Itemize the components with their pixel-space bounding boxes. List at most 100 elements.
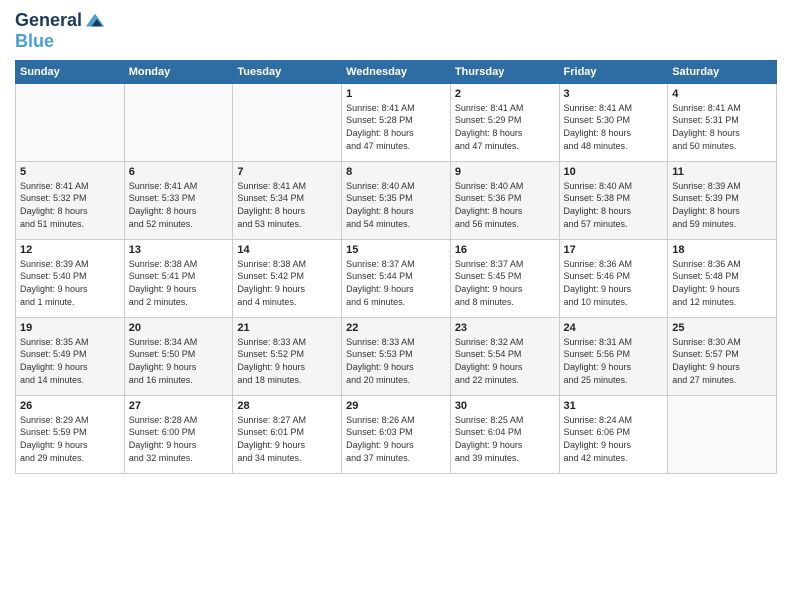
- week-row-5: 26Sunrise: 8:29 AM Sunset: 5:59 PM Dayli…: [16, 395, 777, 473]
- cell-content: Sunrise: 8:40 AM Sunset: 5:38 PM Dayligh…: [564, 180, 664, 230]
- logo: General Blue: [15, 10, 106, 52]
- day-number: 10: [564, 166, 664, 178]
- calendar-cell: 2 Sunrise: 8:41 AM Sunset: 5:29 PM Daylig…: [450, 83, 559, 161]
- calendar-cell: 1 Sunrise: 8:41 AM Sunset: 5:28 PM Daylig…: [342, 83, 451, 161]
- cell-content: Sunrise: 8:27 AM Sunset: 6:01 PM Dayligh…: [237, 414, 337, 464]
- cell-content: Sunrise: 8:36 AM Sunset: 5:48 PM Dayligh…: [672, 258, 772, 308]
- calendar-cell: 6 Sunrise: 8:41 AM Sunset: 5:33 PM Daylig…: [124, 161, 233, 239]
- calendar-header: SundayMondayTuesdayWednesdayThursdayFrid…: [16, 60, 777, 83]
- day-number: 17: [564, 244, 664, 256]
- day-number: 28: [237, 400, 337, 412]
- day-number: 25: [672, 322, 772, 334]
- day-number: 9: [455, 166, 555, 178]
- calendar-cell: [124, 83, 233, 161]
- cell-content: Sunrise: 8:41 AM Sunset: 5:30 PM Dayligh…: [564, 102, 664, 152]
- main-container: General Blue SundayMondayTuesdayWednesda…: [0, 0, 792, 484]
- cell-content: Sunrise: 8:38 AM Sunset: 5:41 PM Dayligh…: [129, 258, 229, 308]
- calendar-cell: 30Sunrise: 8:25 AM Sunset: 6:04 PM Dayli…: [450, 395, 559, 473]
- week-row-3: 12Sunrise: 8:39 AM Sunset: 5:40 PM Dayli…: [16, 239, 777, 317]
- calendar-cell: 25 Sunrise: 8:30 AM Sunset: 5:57 PM Dayli…: [668, 317, 777, 395]
- calendar-cell: 26Sunrise: 8:29 AM Sunset: 5:59 PM Dayli…: [16, 395, 125, 473]
- cell-content: Sunrise: 8:41 AM Sunset: 5:28 PM Dayligh…: [346, 102, 446, 152]
- header-day-thursday: Thursday: [450, 60, 559, 83]
- calendar-cell: 5Sunrise: 8:41 AM Sunset: 5:32 PM Daylig…: [16, 161, 125, 239]
- calendar-cell: 11Sunrise: 8:39 AM Sunset: 5:39 PM Dayli…: [668, 161, 777, 239]
- day-number: 19: [20, 322, 120, 334]
- day-number: 8: [346, 166, 446, 178]
- calendar-cell: 23 Sunrise: 8:32 AM Sunset: 5:54 PM Dayli…: [450, 317, 559, 395]
- header: General Blue: [15, 10, 777, 52]
- calendar-cell: 29 Sunrise: 8:26 AM Sunset: 6:03 PM Dayli…: [342, 395, 451, 473]
- day-number: 29: [346, 400, 446, 412]
- day-number: 11: [672, 166, 772, 178]
- calendar-cell: 4 Sunrise: 8:41 AM Sunset: 5:31 PM Daylig…: [668, 83, 777, 161]
- day-number: 16: [455, 244, 555, 256]
- header-row: SundayMondayTuesdayWednesdayThursdayFrid…: [16, 60, 777, 83]
- calendar-cell: 18 Sunrise: 8:36 AM Sunset: 5:48 PM Dayli…: [668, 239, 777, 317]
- day-number: 30: [455, 400, 555, 412]
- header-day-tuesday: Tuesday: [233, 60, 342, 83]
- day-number: 18: [672, 244, 772, 256]
- cell-content: Sunrise: 8:26 AM Sunset: 6:03 PM Dayligh…: [346, 414, 446, 464]
- cell-content: Sunrise: 8:41 AM Sunset: 5:31 PM Dayligh…: [672, 102, 772, 152]
- calendar-cell: 24 Sunrise: 8:31 AM Sunset: 5:56 PM Dayli…: [559, 317, 668, 395]
- cell-content: Sunrise: 8:37 AM Sunset: 5:44 PM Dayligh…: [346, 258, 446, 308]
- cell-content: Sunrise: 8:40 AM Sunset: 5:35 PM Dayligh…: [346, 180, 446, 230]
- day-number: 20: [129, 322, 229, 334]
- day-number: 31: [564, 400, 664, 412]
- calendar-cell: [233, 83, 342, 161]
- day-number: 24: [564, 322, 664, 334]
- day-number: 3: [564, 88, 664, 100]
- day-number: 22: [346, 322, 446, 334]
- calendar-cell: 13Sunrise: 8:38 AM Sunset: 5:41 PM Dayli…: [124, 239, 233, 317]
- calendar-cell: 27 Sunrise: 8:28 AM Sunset: 6:00 PM Dayli…: [124, 395, 233, 473]
- calendar-body: 1 Sunrise: 8:41 AM Sunset: 5:28 PM Daylig…: [16, 83, 777, 473]
- cell-content: Sunrise: 8:41 AM Sunset: 5:33 PM Dayligh…: [129, 180, 229, 230]
- day-number: 15: [346, 244, 446, 256]
- day-number: 1: [346, 88, 446, 100]
- cell-content: Sunrise: 8:32 AM Sunset: 5:54 PM Dayligh…: [455, 336, 555, 386]
- calendar-cell: 9 Sunrise: 8:40 AM Sunset: 5:36 PM Daylig…: [450, 161, 559, 239]
- calendar-cell: 15 Sunrise: 8:37 AM Sunset: 5:44 PM Dayli…: [342, 239, 451, 317]
- cell-content: Sunrise: 8:34 AM Sunset: 5:50 PM Dayligh…: [129, 336, 229, 386]
- cell-content: Sunrise: 8:33 AM Sunset: 5:53 PM Dayligh…: [346, 336, 446, 386]
- header-day-friday: Friday: [559, 60, 668, 83]
- day-number: 5: [20, 166, 120, 178]
- cell-content: Sunrise: 8:36 AM Sunset: 5:46 PM Dayligh…: [564, 258, 664, 308]
- calendar-cell: [16, 83, 125, 161]
- header-day-saturday: Saturday: [668, 60, 777, 83]
- logo-text-blue: Blue: [15, 32, 106, 52]
- day-number: 23: [455, 322, 555, 334]
- calendar-cell: 7 Sunrise: 8:41 AM Sunset: 5:34 PM Daylig…: [233, 161, 342, 239]
- day-number: 4: [672, 88, 772, 100]
- day-number: 21: [237, 322, 337, 334]
- day-number: 6: [129, 166, 229, 178]
- calendar-cell: 8 Sunrise: 8:40 AM Sunset: 5:35 PM Daylig…: [342, 161, 451, 239]
- day-number: 26: [20, 400, 120, 412]
- calendar-cell: 10 Sunrise: 8:40 AM Sunset: 5:38 PM Dayli…: [559, 161, 668, 239]
- calendar-cell: 20 Sunrise: 8:34 AM Sunset: 5:50 PM Dayli…: [124, 317, 233, 395]
- week-row-1: 1 Sunrise: 8:41 AM Sunset: 5:28 PM Daylig…: [16, 83, 777, 161]
- calendar-cell: 16Sunrise: 8:37 AM Sunset: 5:45 PM Dayli…: [450, 239, 559, 317]
- cell-content: Sunrise: 8:28 AM Sunset: 6:00 PM Dayligh…: [129, 414, 229, 464]
- week-row-2: 5Sunrise: 8:41 AM Sunset: 5:32 PM Daylig…: [16, 161, 777, 239]
- calendar-cell: 21 Sunrise: 8:33 AM Sunset: 5:52 PM Dayli…: [233, 317, 342, 395]
- day-number: 2: [455, 88, 555, 100]
- cell-content: Sunrise: 8:39 AM Sunset: 5:40 PM Dayligh…: [20, 258, 120, 308]
- day-number: 27: [129, 400, 229, 412]
- day-number: 7: [237, 166, 337, 178]
- cell-content: Sunrise: 8:31 AM Sunset: 5:56 PM Dayligh…: [564, 336, 664, 386]
- cell-content: Sunrise: 8:41 AM Sunset: 5:29 PM Dayligh…: [455, 102, 555, 152]
- calendar-cell: 12Sunrise: 8:39 AM Sunset: 5:40 PM Dayli…: [16, 239, 125, 317]
- header-day-sunday: Sunday: [16, 60, 125, 83]
- calendar-cell: 17 Sunrise: 8:36 AM Sunset: 5:46 PM Dayli…: [559, 239, 668, 317]
- cell-content: Sunrise: 8:33 AM Sunset: 5:52 PM Dayligh…: [237, 336, 337, 386]
- cell-content: Sunrise: 8:38 AM Sunset: 5:42 PM Dayligh…: [237, 258, 337, 308]
- calendar-table: SundayMondayTuesdayWednesdayThursdayFrid…: [15, 60, 777, 474]
- cell-content: Sunrise: 8:30 AM Sunset: 5:57 PM Dayligh…: [672, 336, 772, 386]
- cell-content: Sunrise: 8:41 AM Sunset: 5:34 PM Dayligh…: [237, 180, 337, 230]
- cell-content: Sunrise: 8:40 AM Sunset: 5:36 PM Dayligh…: [455, 180, 555, 230]
- calendar-cell: 28 Sunrise: 8:27 AM Sunset: 6:01 PM Dayli…: [233, 395, 342, 473]
- calendar-cell: 3 Sunrise: 8:41 AM Sunset: 5:30 PM Daylig…: [559, 83, 668, 161]
- calendar-cell: 14Sunrise: 8:38 AM Sunset: 5:42 PM Dayli…: [233, 239, 342, 317]
